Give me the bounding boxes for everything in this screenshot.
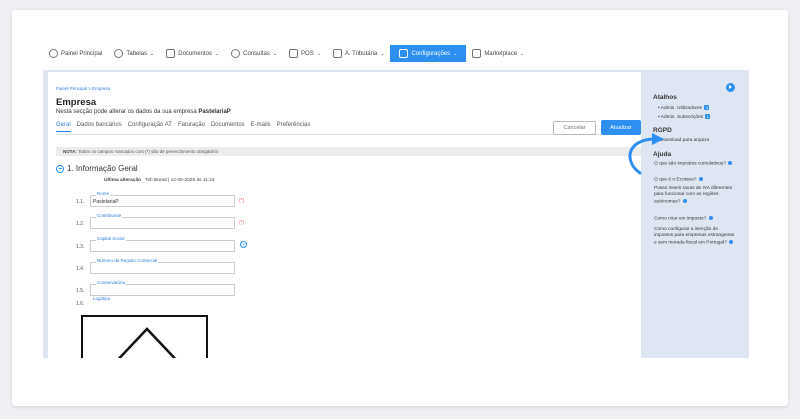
- tax-id-input[interactable]: [90, 217, 235, 229]
- tab-preferencias[interactable]: Preferências: [277, 122, 311, 132]
- tab-geral[interactable]: Geral: [56, 122, 71, 132]
- dashboard-icon: [49, 49, 58, 58]
- play-tutorial-icon[interactable]: [726, 83, 735, 92]
- name-input[interactable]: PastelariaP: [90, 195, 235, 207]
- logo-placeholder-icon: [117, 327, 177, 358]
- nav-configuracoes[interactable]: Configurações ⌄: [390, 45, 467, 62]
- required-marker: (*): [239, 198, 245, 204]
- name-label: Nome: [96, 191, 111, 196]
- chevron-down-icon: ⌄: [150, 50, 155, 57]
- help-icon[interactable]: ?: [240, 241, 247, 248]
- page-title: Empresa: [56, 97, 97, 108]
- tabs-divider: [56, 134, 633, 135]
- section-tabs: Geral Dados bancários Configuração AT Fa…: [56, 122, 310, 132]
- cancel-button[interactable]: Cancelar: [553, 121, 596, 135]
- pos-icon: [289, 49, 299, 58]
- count-badge: 1: [705, 114, 711, 119]
- registry-office-input[interactable]: [90, 284, 235, 296]
- count-badge: 4: [704, 105, 710, 110]
- help-item[interactable]: O que são impostos cumulativos?: [654, 161, 738, 168]
- chevron-down-icon: ⌄: [380, 50, 385, 57]
- help-icon: [729, 239, 734, 244]
- share-capital-label: Capital Social: [96, 236, 126, 241]
- breadcrumb[interactable]: Painel Principal > Empresa: [56, 86, 110, 91]
- tax-icon: [332, 49, 342, 58]
- tab-configuracao-at[interactable]: Configuração AT: [128, 122, 172, 132]
- help-item[interactable]: Como criar um imposto?: [654, 216, 738, 223]
- chevron-down-icon: ⌄: [316, 50, 321, 57]
- chevron-down-icon: ⌄: [453, 50, 458, 57]
- tax-id-label: Contribuinte: [96, 213, 123, 218]
- company-name: PastelariaP: [198, 109, 231, 115]
- users-icon: [114, 49, 124, 58]
- required-note: NOTA: Todos os campos marcados com (*) s…: [56, 147, 641, 156]
- logo-upload-area[interactable]: [81, 315, 208, 358]
- tab-documentos[interactable]: Documentos: [211, 122, 245, 132]
- help-item[interactable]: O que é o Ecotaxa?: [654, 177, 738, 184]
- top-nav: Painel Principal Tabelas ⌄ Documentos ⌄ …: [43, 45, 749, 62]
- clock-icon: [231, 49, 241, 58]
- help-icon: [698, 177, 703, 181]
- help-item[interactable]: Posso inserir taxas de IVA diferentes pa…: [654, 186, 738, 205]
- required-marker: (*): [239, 220, 245, 226]
- nav-documentos[interactable]: Documentos ⌄: [160, 45, 225, 62]
- nav-a-tributaria[interactable]: A. Tributária ⌄: [327, 45, 391, 62]
- tab-dados-bancarios[interactable]: Dados bancários: [77, 122, 122, 132]
- share-capital-input[interactable]: [90, 240, 235, 252]
- chevron-down-icon: ⌄: [272, 50, 278, 57]
- tab-faturacao[interactable]: Faturação: [178, 122, 205, 132]
- annotation-arrow-icon: [628, 133, 664, 175]
- shortcut-admin-users[interactable]: • Admin. Utilizadores 4: [658, 105, 710, 111]
- nav-pos[interactable]: POS ⌄: [283, 45, 327, 62]
- chevron-down-icon: ⌄: [214, 50, 220, 57]
- help-item[interactable]: Como configurar a isenção de impostos pa…: [654, 227, 738, 246]
- registry-office-label: Conservatória: [96, 280, 127, 285]
- logo-label: Logótipo: [92, 296, 112, 301]
- nav-consultas[interactable]: Consultas ⌄: [225, 45, 283, 62]
- shortcuts-title: Atalhos: [653, 94, 677, 101]
- help-icon: [682, 198, 687, 203]
- shortcut-admin-subscriptions[interactable]: • Admin. Subscrições 1: [658, 114, 711, 120]
- nav-marketplace[interactable]: Marketplace ⌄: [466, 45, 530, 62]
- section-header[interactable]: 1. Informação Geral: [56, 164, 138, 173]
- chevron-down-icon: ⌄: [520, 50, 525, 57]
- document-icon: [166, 49, 176, 58]
- main-panel: Painel Principal > Empresa Empresa Nesta…: [48, 72, 641, 358]
- rgpd-download-link[interactable]: Download para arquivo: [660, 138, 709, 143]
- commercial-registry-input[interactable]: [90, 262, 235, 274]
- nav-painel-principal[interactable]: Painel Principal: [43, 45, 108, 62]
- grid-icon: [472, 49, 482, 58]
- help-icon: [728, 161, 733, 165]
- collapse-icon[interactable]: [56, 164, 64, 173]
- page-subtitle: Nesta secção pode alterar os dados da su…: [56, 109, 231, 115]
- last-update: Última alteração Tofi Bread | 12-05-2025…: [104, 178, 215, 183]
- nav-tabelas[interactable]: Tabelas ⌄: [108, 45, 160, 62]
- commercial-registry-label: Número de Registo Comercial: [96, 258, 159, 263]
- tab-emails[interactable]: E-mails: [251, 122, 271, 132]
- help-icon: [708, 216, 713, 220]
- settings-icon: [399, 49, 409, 58]
